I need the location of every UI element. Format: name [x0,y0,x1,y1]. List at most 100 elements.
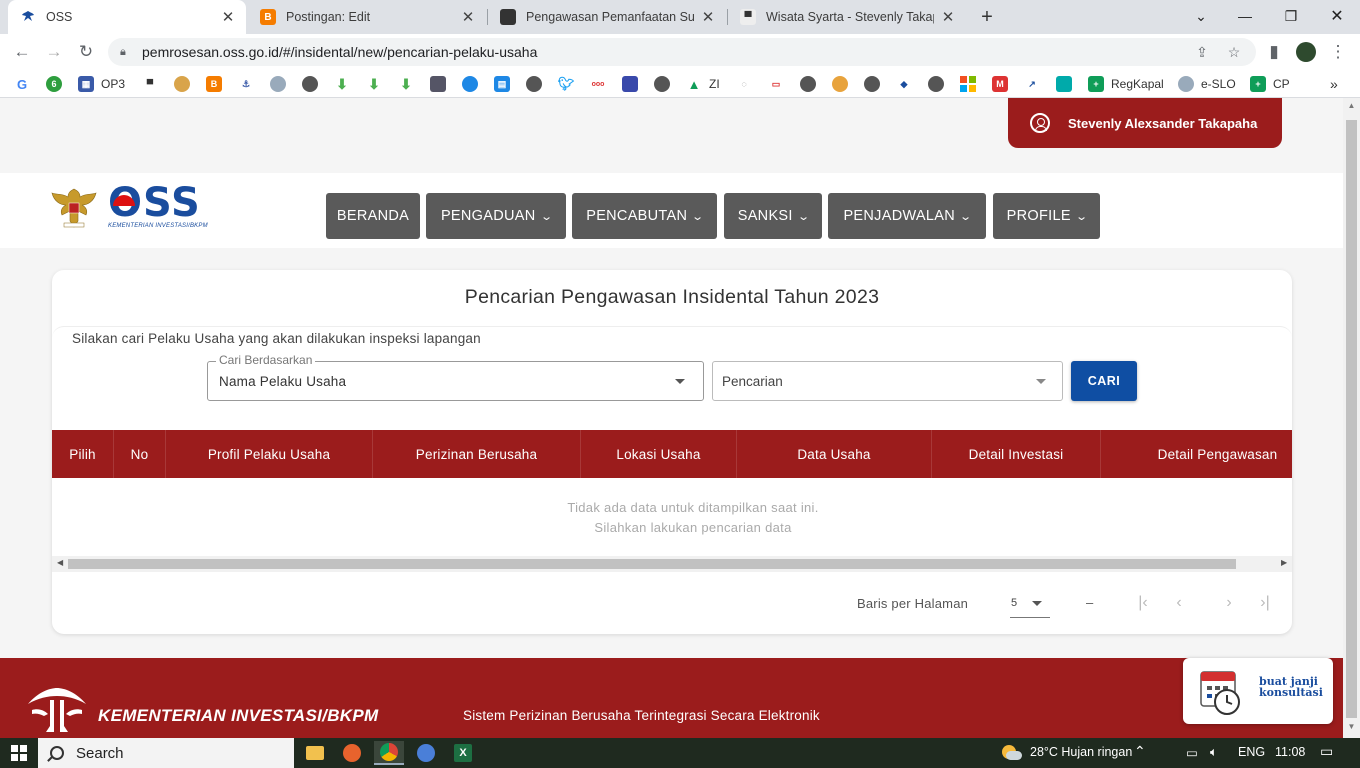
file-explorer-icon[interactable] [300,741,330,765]
tab-oss[interactable]: OSS ✕ [8,0,246,34]
restore-icon[interactable]: ❐ [1268,0,1314,32]
rows-per-page-select[interactable]: 5 [1010,592,1050,618]
twitter-bookmark-icon[interactable]: 🐦︎ [558,75,574,93]
next-page-icon[interactable]: › [1217,590,1241,616]
column-header[interactable]: Detail Pengawasan [1101,430,1292,478]
column-header[interactable]: Perizinan Berusaha [373,430,581,478]
bookmark-icon[interactable] [174,75,190,93]
reload-icon[interactable]: ↻ [72,38,100,66]
scroll-thumb[interactable] [68,559,1236,569]
scroll-up-icon[interactable]: ▲ [1346,101,1357,113]
bookmark-regkapal[interactable]: + RegKapal [1088,75,1164,93]
bookmark-icon[interactable] [302,75,318,93]
excel-icon[interactable]: X [448,741,478,765]
firefox-icon[interactable] [337,741,367,765]
last-page-icon[interactable]: ›| [1253,590,1277,616]
profile-avatar-icon[interactable] [1292,38,1320,66]
network-icon[interactable]: ▭ [1186,745,1198,760]
tab-pengawasan[interactable]: Pengawasan Pemanfaatan Sumbe ✕ [488,0,726,34]
close-tab-icon[interactable]: ✕ [220,8,236,26]
scroll-thumb[interactable] [1346,120,1357,718]
globe-bookmark-icon[interactable] [928,75,944,93]
vertical-scrollbar[interactable]: ▲ ▼ [1343,98,1360,738]
blogger-bookmark-icon[interactable]: B [206,75,222,93]
bookmark-icon[interactable]: ▀ [142,75,158,93]
menu-icon[interactable]: ⋮ [1324,38,1352,66]
weather-text[interactable]: 28°C Hujan ringan [1030,745,1132,759]
column-header[interactable]: Lokasi Usaha [581,430,737,478]
search-input[interactable]: Pencarian [712,361,1063,401]
nav-beranda[interactable]: BERANDA [326,193,420,239]
bookmark-icon[interactable]: ⚓︎ [238,75,254,93]
column-header[interactable]: Data Usaha [737,430,932,478]
bookmark-icon[interactable] [1056,75,1072,93]
tab-postingan[interactable]: B Postingan: Edit ✕ [248,0,486,34]
column-header[interactable]: Pilih [52,430,114,478]
minimize-icon[interactable]: — [1222,0,1268,32]
horizontal-scrollbar[interactable]: ◀ ▶ [52,556,1292,572]
start-button[interactable] [0,738,38,768]
google-bookmark-icon[interactable]: G [14,75,30,93]
download-bookmark-icon[interactable]: ⬇ [398,75,414,93]
first-page-icon[interactable]: |‹ [1131,590,1155,616]
previous-page-icon[interactable]: ‹ [1167,590,1191,616]
volume-icon[interactable]: 🔈︎ [1210,745,1218,760]
column-header[interactable]: Profil Pelaku Usaha [166,430,373,478]
close-tab-icon[interactable]: ✕ [700,8,716,26]
bookmark-icon[interactable] [832,75,848,93]
download-bookmark-icon[interactable]: ⬇ [334,75,350,93]
scroll-down-icon[interactable]: ▼ [1346,722,1357,734]
bookmark-op3[interactable]: ▦ OP3 [78,75,125,93]
forward-icon[interactable]: → [40,38,68,66]
user-menu-button[interactable]: Stevenly Alexsander Takapaha [1008,98,1282,148]
bookmark-icon[interactable]: ◌ [736,75,752,93]
bookmark-icon[interactable] [462,75,478,93]
sidebar-icon[interactable]: ▮ [1260,38,1288,66]
bookmark-star-icon[interactable]: ☆ [1224,42,1244,62]
search-criteria-select[interactable]: Cari Berdasarkan Nama Pelaku Usaha [207,353,704,401]
globe-bookmark-icon[interactable] [800,75,816,93]
url-field[interactable]: 🔒︎ pemrosesan.oss.go.id/#/insidental/new… [108,38,1256,66]
language-indicator[interactable]: ENG [1238,745,1265,759]
download-bookmark-icon[interactable]: ⬇ [366,75,382,93]
bookmark-icon[interactable] [430,75,446,93]
bookmark-icon[interactable]: M [992,75,1008,93]
scroll-left-icon[interactable]: ◀ [57,558,63,567]
close-tab-icon[interactable]: ✕ [460,8,476,26]
search-button[interactable]: CARI [1071,361,1137,401]
bookmark-icon[interactable] [270,75,286,93]
more-bookmarks-icon[interactable]: » [1330,75,1338,93]
nav-sanksi[interactable]: SANKSI ⌄ [724,193,822,239]
bookmark-icon[interactable]: ▤ [494,75,510,93]
bookmark-zi[interactable]: ▲ ZI [686,75,720,93]
tab-wisata[interactable]: ▀ Wisata Syarta - Stevenly Takapah ✕ [728,0,966,34]
chrome-profile-icon[interactable] [411,741,441,765]
microsoft-bookmark-icon[interactable] [960,75,976,93]
bookmark-cp[interactable]: + CP [1250,75,1290,93]
nav-pencabutan[interactable]: PENCABUTAN ⌄ [572,193,717,239]
new-tab-button[interactable]: + [976,6,998,28]
consultation-button[interactable]: buat janji konsultasi [1183,658,1333,724]
nav-penjadwalan[interactable]: PENJADWALAN ⌄ [828,193,986,239]
bookmark-icon[interactable]: ooo [590,75,606,93]
oss-logo[interactable]: OSS KEMENTERIAN INVESTASI/BKPM [108,181,208,229]
clock[interactable]: 11:08 [1275,745,1305,759]
column-header[interactable]: Detail Investasi [932,430,1101,478]
taskbar-search[interactable]: Search [38,738,294,768]
scroll-right-icon[interactable]: ▶ [1281,558,1287,567]
chrome-icon[interactable] [374,741,404,765]
weather-icon[interactable] [1000,743,1022,763]
nav-pengaduan[interactable]: PENGADUAN ⌄ [426,193,566,239]
bookmark-icon[interactable]: 6 [46,75,62,93]
bookmark-icon[interactable]: ↗ [1024,75,1040,93]
column-header[interactable]: No [114,430,166,478]
close-window-icon[interactable]: ✕ [1314,0,1360,32]
bookmark-e-slo[interactable]: e-SLO [1178,75,1236,93]
share-icon[interactable]: ⇪ [1192,42,1212,62]
back-icon[interactable]: ← [8,38,36,66]
globe-bookmark-icon[interactable] [864,75,880,93]
tray-overflow-icon[interactable]: ⌃ [1134,743,1146,760]
bookmark-icon[interactable]: ◆ [896,75,912,93]
globe-bookmark-icon[interactable] [526,75,542,93]
bookmark-icon[interactable]: ▭ [768,75,784,93]
